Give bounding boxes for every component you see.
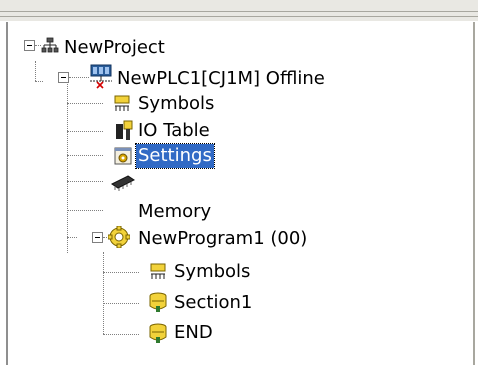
tree-node-section1[interactable]: Section1 <box>172 291 254 315</box>
symbols-icon <box>148 262 166 280</box>
settings-icon <box>113 146 132 165</box>
tree-node-end[interactable]: END <box>172 321 215 345</box>
memory-chip-icon <box>110 172 135 191</box>
collapse-plc-toggle[interactable] <box>58 72 69 83</box>
tree-node-plc[interactable]: NewPLC1[CJ1M] Offline <box>115 67 327 91</box>
section-icon <box>148 292 167 312</box>
io-table-icon <box>114 120 133 140</box>
program-icon <box>108 226 130 248</box>
tree-node-memory[interactable]: Memory <box>136 200 213 224</box>
tree-node-program[interactable]: NewProgram1 (00) <box>136 227 309 251</box>
project-network-icon <box>41 37 59 55</box>
section-icon <box>148 323 167 343</box>
tree-node-project[interactable]: NewProject <box>62 36 167 60</box>
tree-node-settings[interactable]: Settings <box>135 143 215 169</box>
collapse-program-toggle[interactable] <box>92 232 103 243</box>
project-tree[interactable]: NewProject NewPLC1[CJ1M] Offline Symbols <box>0 0 478 365</box>
plc-offline-icon <box>88 63 112 89</box>
symbols-icon <box>112 94 130 112</box>
tree-node-symbols[interactable]: Symbols <box>136 92 216 116</box>
tree-node-program-symbols[interactable]: Symbols <box>172 260 252 284</box>
collapse-project-toggle[interactable] <box>24 40 35 51</box>
tree-node-io-table[interactable]: IO Table <box>136 119 212 143</box>
